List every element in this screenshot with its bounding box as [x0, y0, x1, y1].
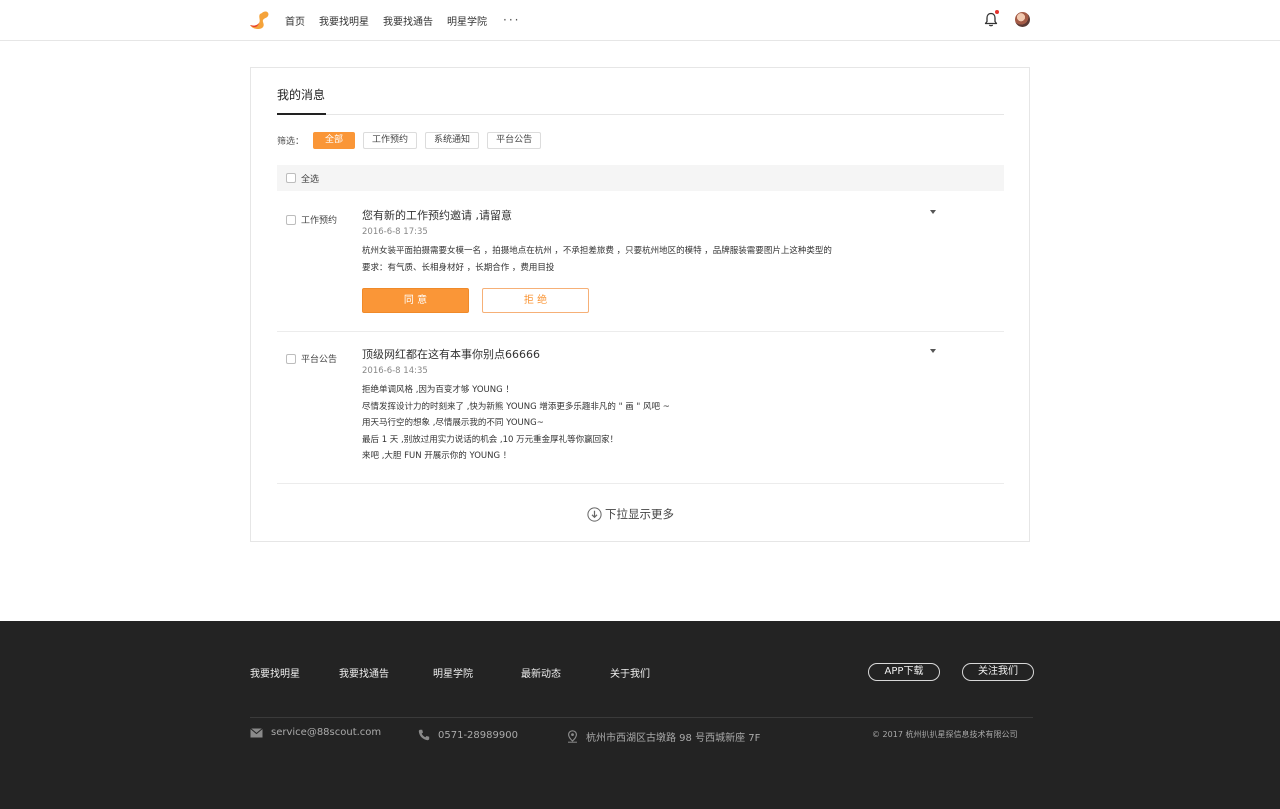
- arrow-down-circle-icon: [587, 506, 602, 522]
- message-text-line: 用天马行空的想象 ,尽情展示我的不同 YOUNG~: [362, 418, 544, 428]
- filter-system-notice[interactable]: 系统通知: [425, 131, 480, 149]
- message-time: 2016-6-8 17:35: [362, 227, 428, 237]
- message-text-line: 尽情发挥设计力的时刻来了 ,快为新熊 YOUNG 增添更多乐趣非凡的 " 画 "…: [362, 401, 670, 412]
- message-checkbox[interactable]: [286, 353, 296, 364]
- filter-platform-announcement[interactable]: 平台公告: [487, 131, 542, 149]
- accept-button[interactable]: 同 意: [362, 288, 469, 313]
- main-nav: 首页 我要找明星 我要找通告 明星学院 ···: [285, 0, 520, 40]
- load-more-label: 下拉显示更多: [605, 507, 674, 521]
- message-text-line: 杭州女装平面拍摄需要女模一名 ，拍摄地点在杭州 ，不承担差旅费 ，只要杭州地区的…: [362, 246, 832, 256]
- footer-link-find-notice[interactable]: 我要找通告: [339, 665, 389, 680]
- user-avatar[interactable]: [1015, 12, 1030, 27]
- messages-card: 我的消息 筛选： 全部 工作预约 系统通知 平台公告 全选 工作预约 您有新的工…: [250, 67, 1030, 542]
- nav-home[interactable]: 首页: [285, 13, 305, 28]
- message-title: 顶级网红都在这有本事你别点66666: [362, 348, 540, 361]
- footer-link-find-star[interactable]: 我要找明星: [250, 665, 300, 680]
- phone-text: 0571-28989900: [438, 729, 518, 741]
- footer-email: service@88scout.com: [250, 727, 381, 738]
- filter-bar: 筛选： 全部 工作预约 系统通知 平台公告: [277, 131, 549, 149]
- notification-bell-icon[interactable]: [984, 12, 998, 27]
- footer-link-news[interactable]: 最新动态: [521, 665, 561, 680]
- nav-more-icon[interactable]: ···: [503, 13, 520, 27]
- message-time: 2016-6-8 14:35: [362, 366, 428, 376]
- email-text[interactable]: service@88scout.com: [271, 727, 381, 738]
- footer-divider: [250, 717, 1033, 718]
- filter-work-booking[interactable]: 工作预约: [363, 131, 418, 149]
- nav-find-star[interactable]: 我要找明星: [319, 13, 369, 28]
- filter-label: 筛选：: [277, 136, 305, 147]
- phone-icon: [418, 729, 430, 741]
- message-text-line: 最后 1 天 ,别放过用实力说话的机会 ,10 万元重金厚礼等你赢回家！: [362, 434, 619, 445]
- notification-dot: [995, 10, 999, 14]
- site-footer: 我要找明星 我要找通告 明星学院 最新动态 关于我们 APP下载 关注我们 se…: [0, 621, 1280, 809]
- message-type: 平台公告: [301, 355, 338, 365]
- reject-button[interactable]: 拒 绝: [482, 288, 589, 313]
- select-all-label: 全选: [301, 174, 320, 185]
- footer-link-academy[interactable]: 明星学院: [433, 665, 473, 680]
- select-all-bar: 全选: [277, 165, 1004, 191]
- location-pin-icon: [567, 730, 578, 743]
- message-text-line: 来吧 ,大胆 FUN 开展示你的 YOUNG ！: [362, 451, 512, 461]
- load-more-button[interactable]: 下拉显示更多: [587, 506, 674, 522]
- footer-phone: 0571-28989900: [418, 729, 518, 741]
- nav-find-notice[interactable]: 我要找通告: [383, 13, 433, 28]
- title-divider: [277, 114, 1004, 115]
- expand-caret-icon[interactable]: [930, 210, 936, 214]
- filter-all[interactable]: 全部: [313, 131, 356, 149]
- select-all-checkbox[interactable]: [286, 173, 296, 183]
- title-underline: [277, 113, 326, 115]
- message-divider: [277, 483, 1004, 484]
- follow-us-button[interactable]: 关注我们: [962, 663, 1034, 681]
- message-title: 您有新的工作预约邀请 ,请留意: [362, 209, 512, 222]
- message-text-line: 要求：有气质、长相身材好 ，长期合作 ，费用目投: [362, 262, 555, 273]
- footer-address: 杭州市西湖区古墩路 98 号西城新座 7F: [567, 729, 760, 744]
- copyright-text: © 2017 杭州扒扒星探信息技术有限公司: [872, 730, 1018, 739]
- footer-link-about[interactable]: 关于我们: [610, 665, 650, 680]
- nav-star-academy[interactable]: 明星学院: [447, 13, 487, 28]
- app-download-button[interactable]: APP下载: [868, 663, 940, 681]
- expand-caret-icon[interactable]: [930, 349, 936, 353]
- page-title: 我的消息: [277, 88, 326, 102]
- address-text: 杭州市西湖区古墩路 98 号西城新座 7F: [586, 733, 761, 744]
- mail-icon: [250, 727, 263, 737]
- message-type: 工作预约: [301, 216, 338, 226]
- message-checkbox[interactable]: [286, 214, 296, 225]
- message-divider: [277, 331, 1004, 332]
- message-text-line: 拒绝单调风格 ,因为百变才够 YOUNG ！: [362, 385, 514, 395]
- top-header: 首页 我要找明星 我要找通告 明星学院 ···: [0, 0, 1280, 41]
- swan-logo-icon[interactable]: [249, 10, 271, 30]
